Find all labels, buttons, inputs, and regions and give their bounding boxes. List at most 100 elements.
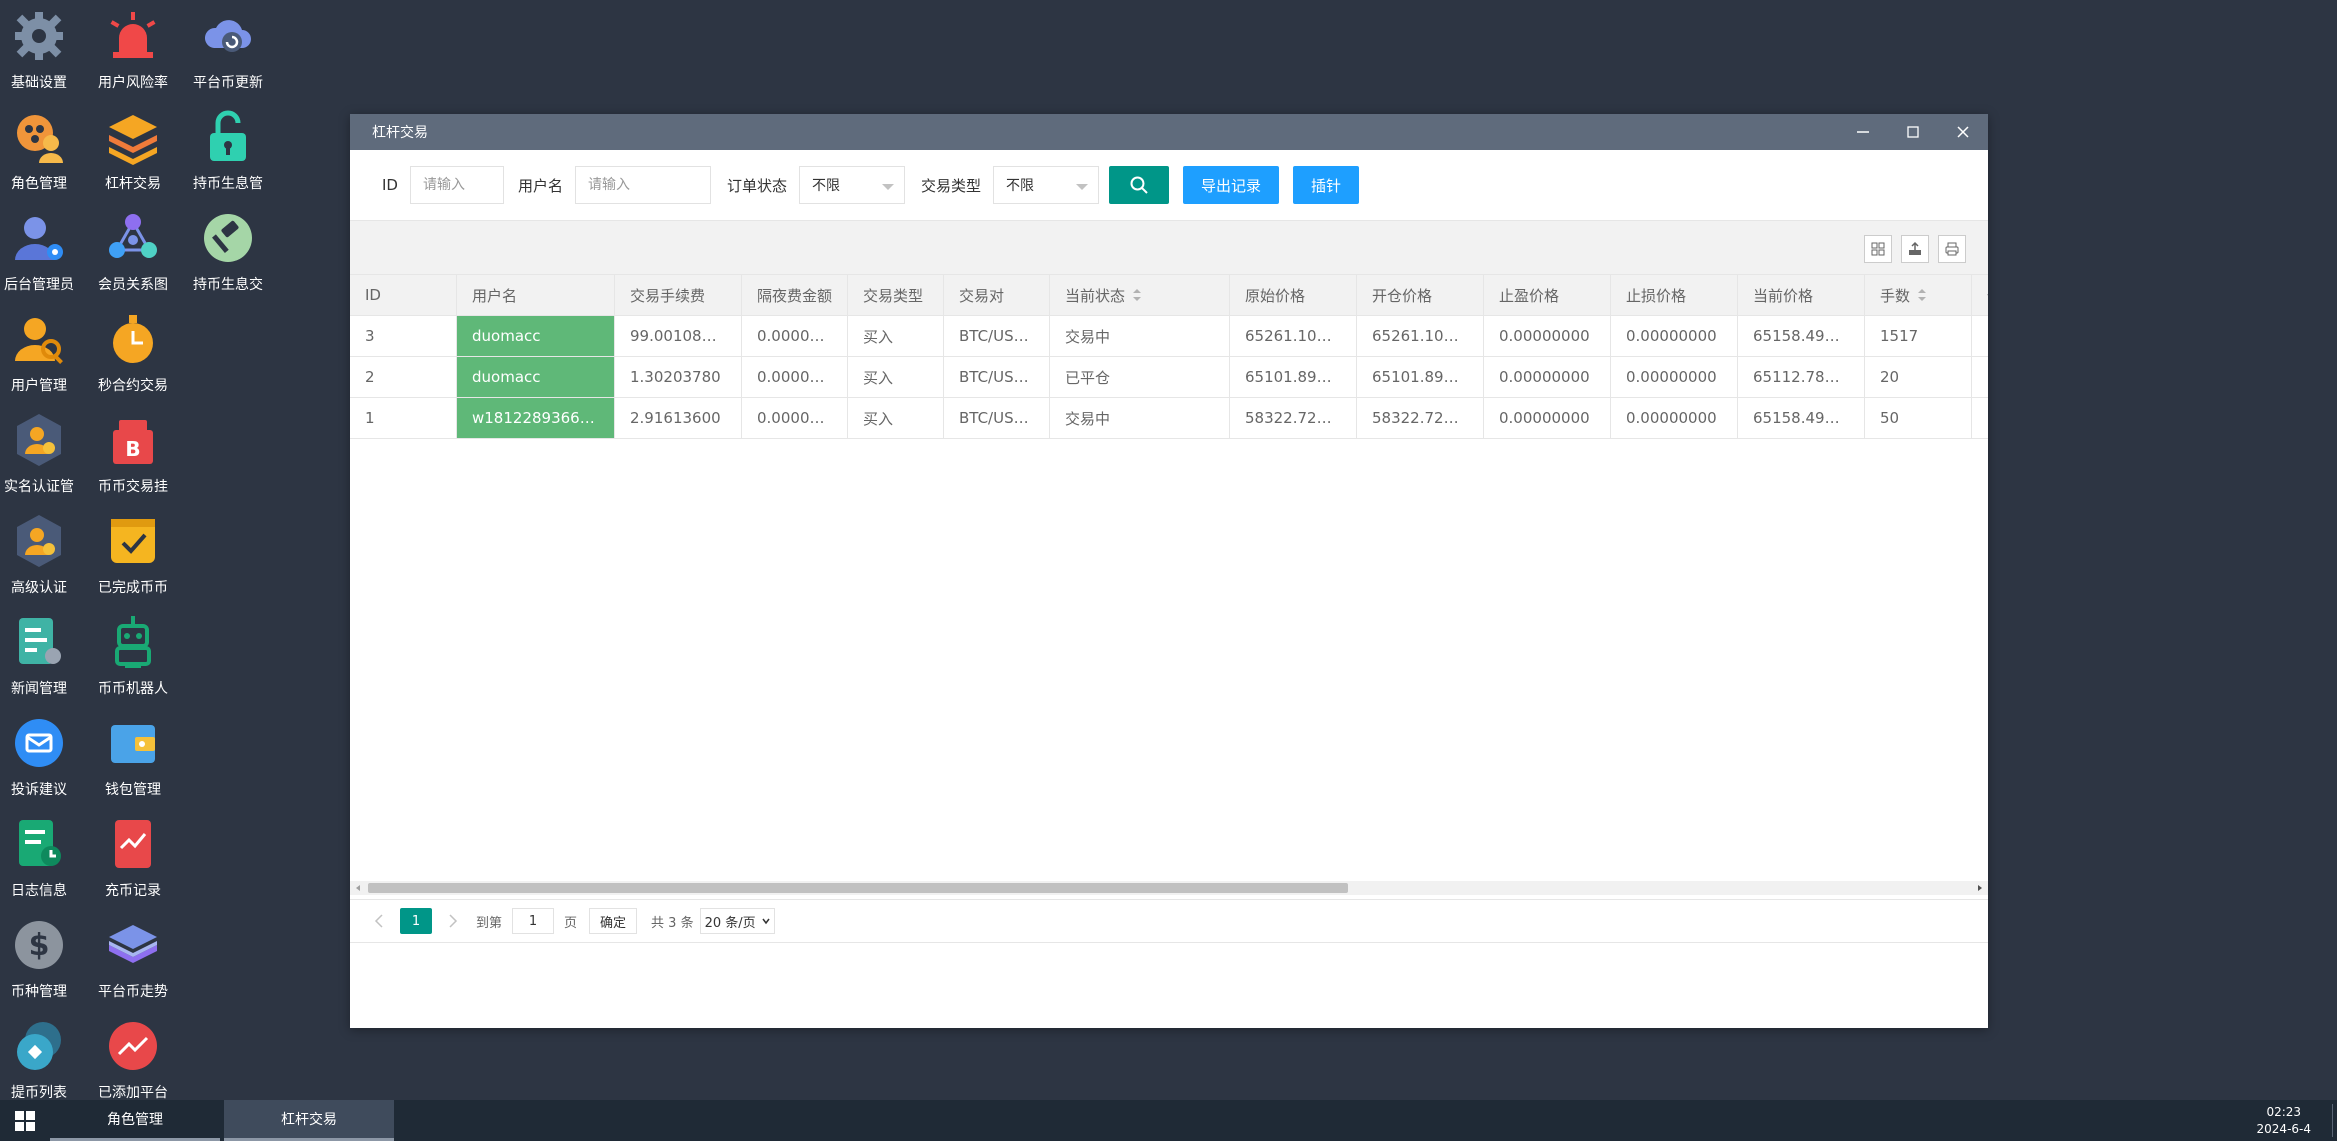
pagination: 1 到第 页 确定 共 3 条 20 条/页	[350, 899, 1988, 943]
table-cell: BTC/USDT	[944, 357, 1050, 397]
table-row[interactable]: 3 duomacc 99.00108870 0.00000... 买入 BTC/…	[350, 316, 1988, 357]
goto-page-input[interactable]	[512, 908, 555, 934]
next-page-button[interactable]	[444, 911, 462, 931]
scroll-right-icon[interactable]	[1978, 885, 1982, 891]
table-row[interactable]: 1 w18122893666... 2.91613600 0.00000... …	[350, 398, 1988, 439]
page-size-select[interactable]: 20 条/页	[699, 908, 775, 934]
column-header[interactable]: 开仓价格	[1357, 275, 1484, 315]
print-icon	[1945, 242, 1959, 256]
desktop-icon-currency-management[interactable]: $ 币种管理	[0, 909, 86, 1001]
desktop-icon-completed-coin[interactable]: 已完成币币	[86, 505, 180, 597]
column-header[interactable]: ID	[350, 275, 457, 315]
column-header[interactable]: 交易类型	[848, 275, 944, 315]
table-cell: 65101.8900...	[1357, 357, 1484, 397]
scroll-left-icon[interactable]	[356, 885, 360, 891]
table-cell: 2.91613600	[615, 398, 742, 438]
close-button[interactable]	[1938, 114, 1988, 150]
desktop-icon-user-management[interactable]: 用户管理	[0, 303, 86, 395]
table-cell: 1	[350, 398, 457, 438]
desktop-icon-coin-order-book[interactable]: B 币币交易挂	[86, 404, 180, 496]
system-clock[interactable]: 02:23 2024-6-4	[2257, 1104, 2311, 1138]
total-count: 共 3 条	[651, 915, 694, 931]
desktop-icon-coin-robot[interactable]: 币币机器人	[86, 606, 180, 698]
search-button[interactable]	[1109, 166, 1170, 204]
username-input[interactable]	[575, 166, 711, 204]
table-cell: 1(	[1972, 357, 1988, 397]
table-cell: 交易中	[1050, 398, 1230, 438]
sort-icon[interactable]	[1918, 289, 1927, 301]
column-header[interactable]: 止盈价格	[1484, 275, 1611, 315]
column-header[interactable]: 原始价格	[1230, 275, 1357, 315]
prev-page-button[interactable]	[370, 911, 388, 931]
scrollbar-thumb[interactable]	[368, 883, 1348, 893]
desktop-icon-basic-settings[interactable]: 基础设置	[0, 0, 86, 92]
taskbar-item-leverage-trading[interactable]: 杠杆交易	[224, 1100, 394, 1141]
maximize-button[interactable]	[1888, 114, 1938, 150]
horizontal-scrollbar[interactable]	[350, 881, 1988, 895]
svg-text:$: $	[29, 928, 50, 963]
desktop-icon-member-relations[interactable]: 会员关系图	[86, 202, 180, 294]
export-records-label: 导出记录	[1201, 176, 1262, 195]
user-search-icon	[11, 311, 67, 367]
table-cell: BTC/USDT	[944, 316, 1050, 356]
table-cell: 65158.4900...	[1738, 316, 1865, 356]
desktop-icon-log-info[interactable]: 日志信息	[0, 808, 86, 900]
pin-button[interactable]: 插针	[1293, 166, 1360, 204]
desktop-icon-wallet-management[interactable]: 钱包管理	[86, 707, 180, 799]
show-desktop-button[interactable]	[2332, 1104, 2333, 1137]
table-cell: 1(	[1972, 398, 1988, 438]
export-icon	[1909, 241, 1921, 255]
desktop-icon-withdraw-list[interactable]: 提币列表	[0, 1010, 86, 1102]
desktop-icon-role-management[interactable]: 角色管理	[0, 101, 86, 193]
goto-confirm-button[interactable]: 确定	[589, 908, 638, 934]
desktop-icon-second-contract[interactable]: 秒合约交易	[86, 303, 180, 395]
desktop-icon-complaints[interactable]: 投诉建议	[0, 707, 86, 799]
print-button[interactable]	[1938, 235, 1966, 263]
windows-start-icon[interactable]	[14, 1110, 36, 1132]
column-header-sortable[interactable]: 手数	[1865, 275, 1972, 315]
desktop-icon-deposit-records[interactable]: 充币记录	[86, 808, 180, 900]
column-header[interactable]: 交易对	[944, 275, 1050, 315]
desktop-icon-news-management[interactable]: 新闻管理	[0, 606, 86, 698]
trade-type-select[interactable]: 不限	[993, 166, 1100, 204]
column-header[interactable]: 止损价格	[1611, 275, 1738, 315]
order-status-select[interactable]: 不限	[799, 166, 906, 204]
goto-label: 到第	[476, 915, 503, 931]
column-header-sortable[interactable]: 当前状态	[1050, 275, 1230, 315]
table-grid: ID 用户名 交易手续费 隔夜费金额 交易类型 交易对 当前状态 原始价格 开仓…	[350, 275, 1988, 741]
verified-user-icon	[11, 412, 67, 468]
desktop-icon-leverage-trading[interactable]: 杠杆交易	[86, 101, 180, 193]
taskbar-item-role-management[interactable]: 角色管理	[50, 1100, 220, 1141]
table-row[interactable]: 2 duomacc 1.30203780 0.00000... 买入 BTC/U…	[350, 357, 1988, 398]
column-filter-button[interactable]	[1864, 235, 1892, 263]
desktop-icon-platform-coin-trend[interactable]: 平台币走势	[86, 909, 180, 1001]
minimize-button[interactable]	[1838, 114, 1888, 150]
column-header[interactable]: 倍	[1972, 275, 1988, 315]
desktop-icon-platform-coin-update[interactable]: 平台币更新	[181, 0, 275, 92]
column-header[interactable]: 当前价格	[1738, 275, 1865, 315]
table-cell: 99.00108870	[615, 316, 742, 356]
export-button[interactable]	[1901, 235, 1929, 263]
desktop-icon-staking-management[interactable]: 持币生息管	[181, 101, 275, 193]
data-table: ID 用户名 交易手续费 隔夜费金额 交易类型 交易对 当前状态 原始价格 开仓…	[350, 220, 1988, 943]
sort-icon[interactable]	[1133, 289, 1142, 301]
desktop-icon-user-risk-rate[interactable]: 用户风险率	[86, 0, 180, 92]
desktop-icon-staking-trade[interactable]: 持币生息交	[181, 202, 275, 294]
desktop-icon-added-platform[interactable]: 已添加平台	[86, 1010, 180, 1102]
table-cell: 3	[350, 316, 457, 356]
column-header[interactable]: 交易手续费	[615, 275, 742, 315]
window-title-bar[interactable]: 杠杆交易	[350, 114, 1988, 150]
export-records-button[interactable]: 导出记录	[1183, 166, 1280, 204]
alarm-icon	[105, 8, 161, 64]
close-icon	[1957, 126, 1969, 138]
column-header[interactable]: 隔夜费金额	[742, 275, 848, 315]
column-header[interactable]: 用户名	[457, 275, 615, 315]
desktop-icon-admin[interactable]: 后台管理员	[0, 202, 86, 294]
cloud-refresh-icon	[200, 8, 256, 64]
desktop-icon-advanced-verify[interactable]: 高级认证	[0, 505, 86, 597]
id-input[interactable]	[409, 166, 504, 204]
current-page-button[interactable]: 1	[400, 908, 432, 934]
desktop-icon-real-name-verify[interactable]: 实名认证管	[0, 404, 86, 496]
table-cell: 0.00000000	[1484, 316, 1611, 356]
table-cell: 1(	[1972, 316, 1988, 356]
